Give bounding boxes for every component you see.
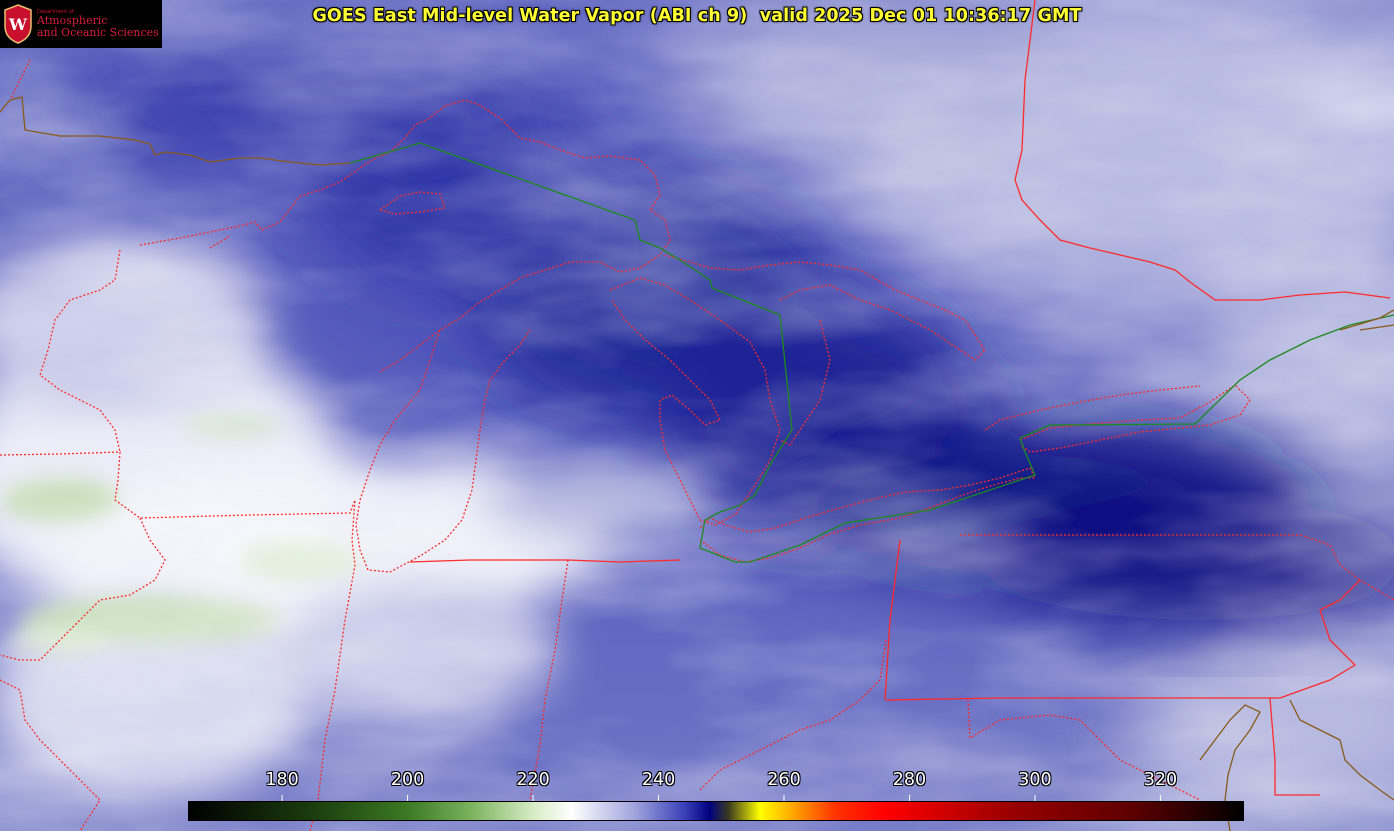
- logo-line-2: and Oceanic Sciences: [37, 25, 159, 39]
- image-title: GOES East Mid-level Water Vapor (ABI ch …: [312, 6, 1082, 26]
- colorbar-tick-label: 280: [892, 770, 927, 790]
- colorbar-tick-label: 320: [1143, 770, 1178, 790]
- colorbar-tick-label: 200: [390, 770, 425, 790]
- colorbar-tick-label: 240: [641, 770, 676, 790]
- colorbar-fill: [189, 802, 1243, 820]
- colorbar-tick-label: 180: [265, 770, 299, 790]
- water-vapor-image: [0, 0, 1394, 831]
- satellite-map-view: W Department of Atmospheric and Oceanic …: [0, 0, 1394, 831]
- colorbar-tick-label: 220: [516, 770, 550, 790]
- colorbar: [188, 801, 1244, 821]
- colorbar-tick-label: 300: [1018, 770, 1052, 790]
- colorbar-tick-label: 260: [767, 770, 801, 790]
